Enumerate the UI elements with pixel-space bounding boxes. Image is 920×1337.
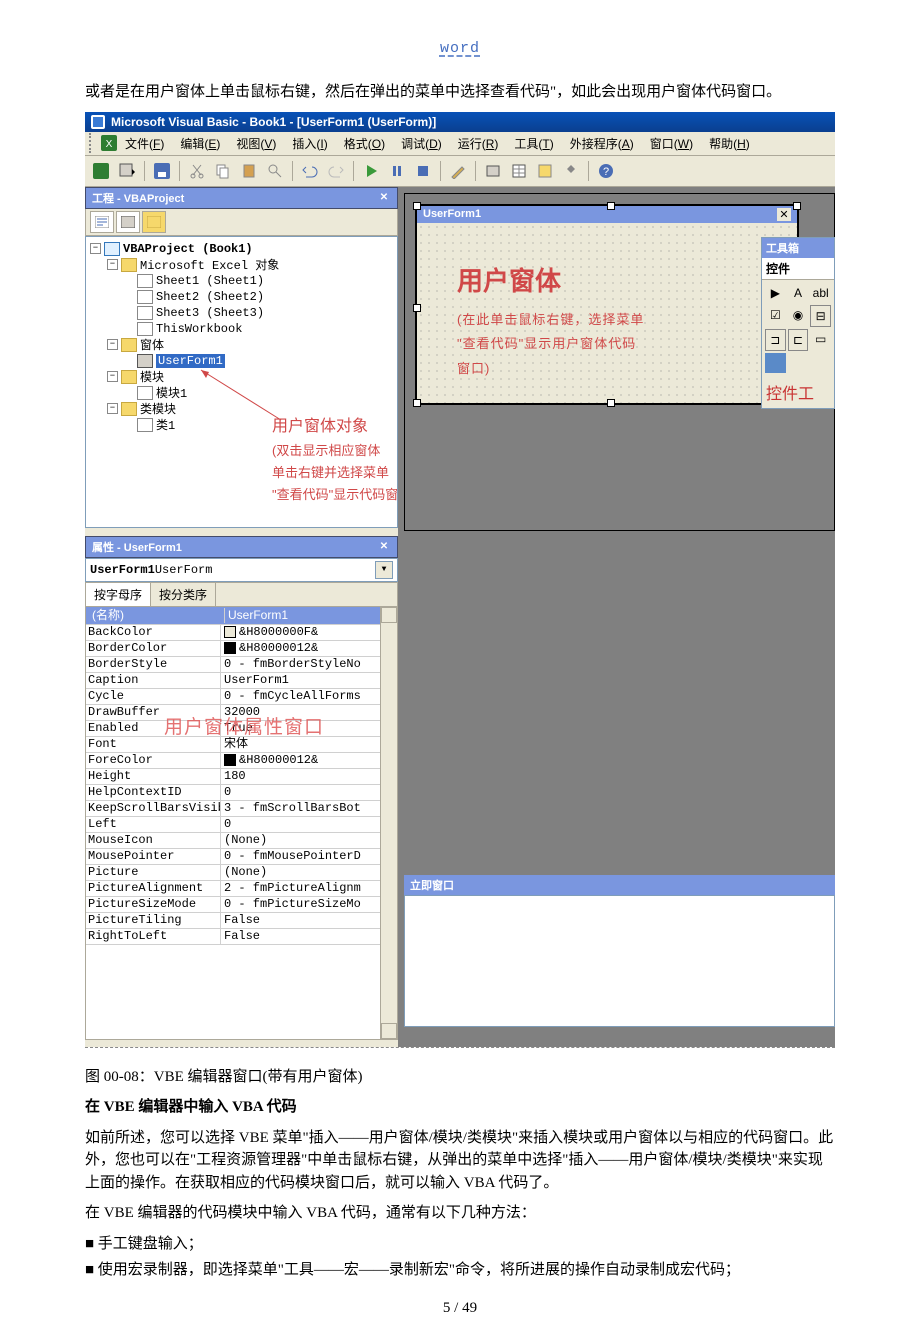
class-icon	[137, 418, 153, 432]
sheet-icon	[137, 274, 153, 288]
view-object-btn[interactable]	[116, 211, 140, 233]
project-tree[interactable]: −VBAProject (Book1) −Microsoft Excel 对象 …	[85, 236, 398, 528]
tree-annotation: 用户窗体对象 (双击显示相应窗体 单击右键并选择菜单 "查看代码"显示代码窗口 …	[272, 413, 398, 506]
project-toolbar	[85, 209, 398, 236]
tool-scrollbar[interactable]: ▭	[810, 329, 831, 349]
project-icon	[104, 242, 120, 256]
folder-icon	[121, 258, 137, 272]
body-para-1: 如前所述，您可以选择 VBE 菜单"插入——用户窗体/模块/类模块"来插入模块或…	[85, 1127, 835, 1195]
userform-canvas[interactable]: UserForm1 ✕ 用户窗体 (在此单击鼠标右键，选择菜单 "查看代码"显示…	[415, 204, 799, 405]
folder-icon	[121, 402, 137, 416]
tab-alphabetic[interactable]: 按字母序	[86, 583, 151, 606]
menu-run[interactable]: 运行(R)	[450, 132, 507, 155]
tool-paste[interactable]	[237, 159, 261, 183]
body-para-2: 在 VBE 编辑器的代码模块中输入 VBA 代码，通常有以下几种方法：	[85, 1202, 835, 1225]
header-word: word	[85, 40, 835, 57]
dropdown-icon[interactable]: ▼	[375, 561, 393, 579]
close-icon[interactable]: ✕	[377, 541, 391, 553]
tool-excel[interactable]	[89, 159, 113, 183]
menu-debug[interactable]: 调试(D)	[393, 132, 450, 155]
properties-pane-title: 属性 - UserForm1 ✕	[85, 536, 398, 558]
tool-browser[interactable]	[533, 159, 557, 183]
folder-icon	[121, 370, 137, 384]
tool-cut[interactable]	[185, 159, 209, 183]
page-number: 5 / 49	[85, 1300, 835, 1317]
workbook-icon	[137, 322, 153, 336]
userform-icon	[137, 354, 153, 368]
close-icon[interactable]: ✕	[777, 208, 791, 221]
menu-view[interactable]: 视图(V)	[228, 132, 284, 155]
menu-format[interactable]: 格式(O)	[336, 132, 393, 155]
tool-checkbox[interactable]: ☑	[765, 305, 786, 325]
sheet-icon	[137, 306, 153, 320]
menu-insert[interactable]: 插入(I)	[284, 132, 335, 155]
tool-label[interactable]: A	[788, 283, 809, 303]
userform-caption: UserForm1	[423, 208, 481, 220]
folder-icon	[121, 338, 137, 352]
immediate-window[interactable]: 立即窗口	[404, 875, 835, 1027]
tool-image[interactable]	[765, 353, 786, 373]
menubar-grip	[89, 133, 97, 153]
tool-project[interactable]	[481, 159, 505, 183]
tool-reset[interactable]	[411, 159, 435, 183]
menu-tools[interactable]: 工具(T)	[506, 132, 561, 155]
intro-paragraph: 或者是在用户窗体上单击鼠标右键，然后在弹出的菜单中选择查看代码"，如此会出现用户…	[85, 81, 835, 104]
menu-help[interactable]: 帮助(H)	[701, 132, 758, 155]
tab-categorized[interactable]: 按分类序	[151, 583, 216, 606]
bullet-item: ■ 手工键盘输入；	[85, 1233, 835, 1256]
userform-annotation: 用户窗体 (在此单击鼠标右键，选择菜单 "查看代码"显示用户窗体代码 窗口)	[457, 261, 644, 382]
menu-edit[interactable]: 编辑(E)	[172, 132, 228, 155]
tool-props[interactable]	[507, 159, 531, 183]
project-pane-title: 工程 - VBAProject ✕	[85, 187, 398, 209]
view-code-btn[interactable]	[90, 211, 114, 233]
tool-pointer[interactable]: ▶	[765, 283, 786, 303]
tool-undo[interactable]	[298, 159, 322, 183]
section-heading: 在 VBE 编辑器中输入 VBA 代码	[85, 1096, 835, 1119]
properties-grid[interactable]: (名称)UserForm1 BackColor&H8000000F&Border…	[85, 606, 398, 1040]
vbe-screenshot: Microsoft Visual Basic - Book1 - [UserFo…	[85, 112, 835, 1048]
tool-insert-dd[interactable]	[115, 159, 139, 183]
tool-find[interactable]	[263, 159, 287, 183]
prop-annotation: 用户窗体属性窗口	[164, 712, 324, 739]
tool-design[interactable]	[446, 159, 470, 183]
toolbar: ?	[85, 156, 835, 187]
window-titlebar: Microsoft Visual Basic - Book1 - [UserFo…	[85, 112, 835, 132]
module-icon	[137, 386, 153, 400]
tool-toggle[interactable]: ⊟	[810, 305, 831, 327]
tool-toolbox[interactable]	[559, 159, 583, 183]
toggle-folders-btn[interactable]	[142, 211, 166, 233]
prop-object-selector[interactable]: UserForm1 UserForm ▼	[85, 558, 398, 582]
window-title: Microsoft Visual Basic - Book1 - [UserFo…	[111, 115, 436, 129]
menu-file[interactable]: 文件(F)	[117, 132, 172, 155]
svg-text:?: ?	[603, 166, 609, 178]
close-icon[interactable]: ✕	[377, 192, 391, 204]
tool-tabstrip[interactable]: ⊐	[765, 329, 786, 351]
tool-textbox[interactable]: abl	[810, 283, 831, 303]
tool-option[interactable]: ◉	[788, 305, 809, 325]
toolbox-panel[interactable]: 工具箱 控件 ▶ A abl ☑ ◉ ⊟ ⊐ ⊏ ▭ 控件工	[761, 237, 835, 409]
tool-multipage[interactable]: ⊏	[788, 329, 809, 351]
tool-redo[interactable]	[324, 159, 348, 183]
app-icon	[91, 115, 105, 129]
sheet-icon	[137, 290, 153, 304]
tool-run[interactable]	[359, 159, 383, 183]
figure-caption: 图 00-08：VBE 编辑器窗口(带有用户窗体)	[85, 1066, 835, 1089]
tool-copy[interactable]	[211, 159, 235, 183]
bullet-item: ■ 使用宏录制器，即选择菜单"工具——宏——录制新宏"命令，将所进展的操作自动录…	[85, 1259, 835, 1282]
scrollbar[interactable]	[380, 607, 397, 1039]
menu-addins[interactable]: 外接程序(A)	[562, 132, 642, 155]
tool-break[interactable]	[385, 159, 409, 183]
menu-window[interactable]: 窗口(W)	[642, 132, 701, 155]
tool-save[interactable]	[150, 159, 174, 183]
excel-icon: X	[101, 135, 117, 151]
menubar: X 文件(F) 编辑(E) 视图(V) 插入(I) 格式(O) 调试(D) 运行…	[85, 132, 835, 156]
tool-help[interactable]: ?	[594, 159, 618, 183]
svg-text:X: X	[106, 139, 113, 150]
toolbox-annotation: 控件工	[762, 376, 834, 408]
